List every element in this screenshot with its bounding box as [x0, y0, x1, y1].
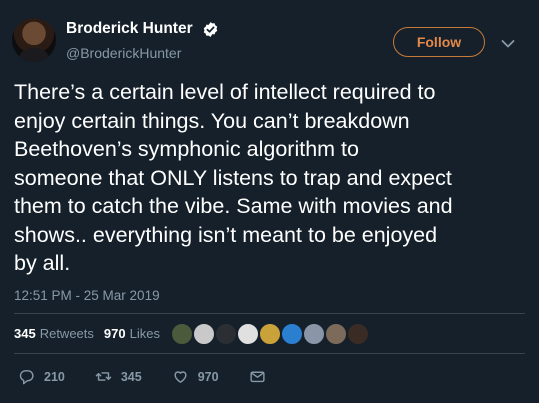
- avatar-1[interactable]: [170, 322, 194, 346]
- retweets-label: Retweets: [39, 326, 94, 341]
- avatar-9[interactable]: [346, 322, 370, 346]
- tweet-card: Broderick Hunter @BroderickHunter Follow…: [0, 0, 539, 403]
- avatar[interactable]: [12, 18, 56, 62]
- divider: [14, 313, 525, 314]
- tweet-actions: 210 345 970: [14, 368, 275, 385]
- tweet-stats: 345 Retweets 970 Likes: [14, 326, 160, 341]
- reply-icon: [19, 370, 34, 385]
- user-handle[interactable]: @BroderickHunter: [66, 45, 181, 61]
- likes-stat[interactable]: 970 Likes: [104, 326, 160, 341]
- likes-count: 970: [103, 326, 126, 341]
- tweet-timestamp[interactable]: 12:51 PM - 25 Mar 2019: [14, 288, 160, 303]
- avatar-5[interactable]: [258, 322, 282, 346]
- chevron-down-icon[interactable]: [501, 39, 515, 49]
- user-name[interactable]: Broderick Hunter: [66, 20, 193, 38]
- divider: [14, 353, 525, 354]
- verified-badge-icon: [203, 22, 218, 37]
- message-button[interactable]: [249, 368, 275, 385]
- like-count: 970: [197, 369, 219, 384]
- avatar-4[interactable]: [236, 322, 260, 346]
- avatar-8[interactable]: [324, 322, 348, 346]
- follow-button[interactable]: Follow: [393, 27, 485, 57]
- avatar-shirt: [18, 48, 50, 62]
- reply-count: 210: [44, 369, 65, 384]
- retweet-count: 345: [120, 369, 142, 384]
- reply-button[interactable]: 210: [18, 368, 65, 385]
- heart-icon: [174, 371, 187, 383]
- retweets-stat[interactable]: 345 Retweets: [14, 326, 94, 341]
- tweet-text: There’s a certain level of intellect req…: [14, 80, 453, 275]
- retweets-count: 345: [14, 326, 36, 341]
- liker-avatars: [170, 322, 370, 346]
- likes-label: Likes: [129, 326, 160, 341]
- retweet-icon: [95, 372, 112, 381]
- avatar-7[interactable]: [302, 322, 326, 346]
- like-button[interactable]: 970: [172, 368, 219, 385]
- avatar-6[interactable]: [280, 322, 304, 346]
- avatar-2[interactable]: [192, 322, 216, 346]
- retweet-button[interactable]: 345: [95, 368, 142, 385]
- avatar-3[interactable]: [214, 322, 238, 346]
- envelope-icon: [249, 371, 265, 383]
